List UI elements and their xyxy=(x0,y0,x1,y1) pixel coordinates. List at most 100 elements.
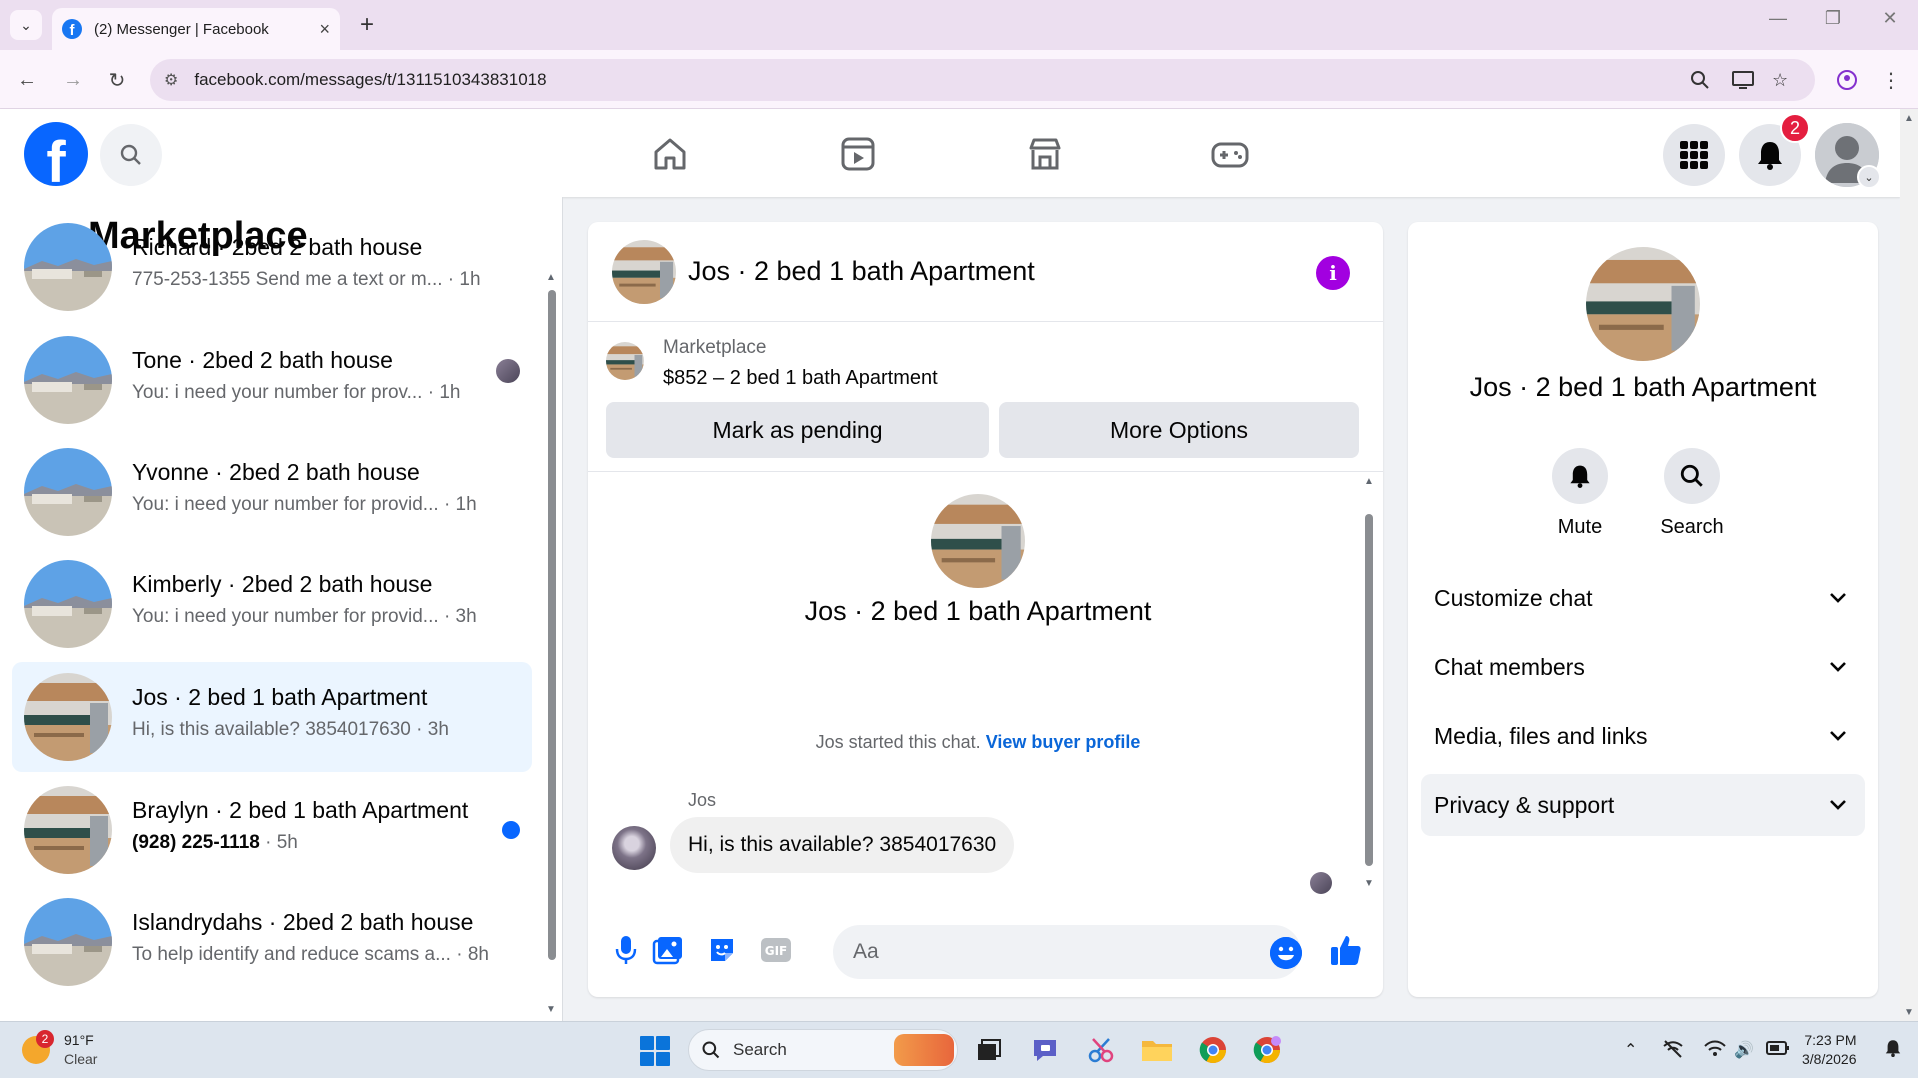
site-settings-icon[interactable]: ⚙ xyxy=(164,70,178,90)
more-options-button[interactable]: More Options xyxy=(999,402,1359,458)
mute-action[interactable]: Mute xyxy=(1530,448,1630,539)
conversation-header: Jos · 2 bed 1 bath Apartment i xyxy=(588,222,1383,322)
details-title: Jos · 2 bed 1 bath Apartment xyxy=(1469,372,1817,402)
search-action[interactable]: Search xyxy=(1642,448,1742,539)
scroll-down-icon[interactable]: ▼ xyxy=(546,1004,556,1015)
bookmark-star-icon[interactable]: ☆ xyxy=(1772,59,1788,101)
taskbar-search-box[interactable]: Search xyxy=(688,1029,958,1071)
nav-video-tab[interactable] xyxy=(833,129,883,179)
listing-price-title[interactable]: $852 – 2 bed 1 bath Apartment xyxy=(663,367,938,390)
message-bubble[interactable]: Hi, is this available? 3854017630 xyxy=(670,817,1015,873)
taskbar-clock[interactable]: 7:23 PM 3/8/2026 xyxy=(1802,1031,1857,1069)
scroll-up-icon[interactable]: ▲ xyxy=(1364,476,1374,487)
view-buyer-profile-link[interactable]: View buyer profile xyxy=(986,732,1141,752)
nav-marketplace-tab[interactable] xyxy=(1020,129,1070,179)
minimize-window-button[interactable]: — xyxy=(1758,8,1798,29)
snipping-tool-icon[interactable] xyxy=(1084,1033,1118,1067)
section-privacy-support[interactable]: Privacy & support xyxy=(1421,774,1865,836)
mute-button[interactable] xyxy=(1552,448,1608,504)
conversation-avatar xyxy=(24,336,112,424)
file-explorer-icon[interactable] xyxy=(1140,1033,1174,1067)
browser-tab-messenger[interactable]: f (2) Messenger | Facebook × xyxy=(52,8,340,50)
zoom-icon[interactable] xyxy=(1690,59,1710,101)
mark-as-pending-button[interactable]: Mark as pending xyxy=(606,402,989,458)
chevron-down-icon xyxy=(1827,656,1849,678)
chat-started-text: Jos started this chat. xyxy=(815,732,981,752)
conversation-time: · 8h xyxy=(456,944,489,965)
svg-text:GIF: GIF xyxy=(765,944,788,958)
message-composer: GIF xyxy=(588,916,1383,986)
details-avatar[interactable] xyxy=(1586,247,1700,361)
section-label: Privacy & support xyxy=(1434,791,1615,818)
conversation-item[interactable]: Braylyn · 2 bed 1 bath Apartment (928) 22… xyxy=(12,775,532,885)
conversation-info-icon[interactable]: i xyxy=(1316,256,1350,290)
snippet-text: You: i need your number for prov... xyxy=(132,382,423,403)
nav-home-tab[interactable] xyxy=(645,129,695,179)
new-tab-button[interactable]: + xyxy=(352,10,382,40)
address-bar[interactable]: ⚙ facebook.com/messages/t/13115103438310… xyxy=(150,59,1815,101)
thread-intro-avatar xyxy=(931,494,1025,588)
conversation-item[interactable]: Tone · 2bed 2 bath house You: i need your… xyxy=(12,325,532,435)
conversation-avatar[interactable] xyxy=(612,240,676,304)
conversation-list-scrollbar[interactable]: ▲ ▼ xyxy=(546,272,556,1017)
menu-button[interactable] xyxy=(1663,124,1725,186)
facebook-search-button[interactable] xyxy=(100,124,162,186)
back-icon[interactable]: ← xyxy=(12,65,42,95)
battery-icon[interactable] xyxy=(1766,1040,1790,1061)
sender-avatar[interactable] xyxy=(612,826,656,870)
chrome-menu-icon[interactable]: ⋮ xyxy=(1876,65,1906,95)
section-chat-members[interactable]: Chat members xyxy=(1421,636,1865,698)
listing-thumbnail[interactable] xyxy=(606,342,644,380)
section-media-files-links[interactable]: Media, files and links xyxy=(1421,705,1865,767)
search-in-conversation-button[interactable] xyxy=(1664,448,1720,504)
tab-search-button[interactable]: ⌄ xyxy=(10,10,42,40)
wifi-icon[interactable] xyxy=(1704,1040,1726,1063)
photo-attach-icon[interactable] xyxy=(650,932,686,968)
teams-chat-icon[interactable] xyxy=(1028,1033,1062,1067)
nav-gaming-tab[interactable] xyxy=(1205,129,1255,179)
sticker-icon[interactable] xyxy=(704,932,740,968)
snippet-text: 775-253-1355 Send me a text or m... xyxy=(132,269,443,290)
forward-icon[interactable]: → xyxy=(58,65,88,95)
conversation-item[interactable]: Richard · 2bed 2 bath house 775-253-1355 … xyxy=(12,212,532,322)
volume-icon[interactable]: 🔊 xyxy=(1734,1040,1754,1060)
restore-window-button[interactable]: ❐ xyxy=(1813,8,1853,29)
facebook-logo-icon[interactable]: f xyxy=(24,122,88,186)
reload-icon[interactable]: ↻ xyxy=(102,65,132,95)
close-tab-icon[interactable]: × xyxy=(319,19,330,40)
page-scrollbar[interactable]: ▲ ▼ xyxy=(1900,109,1918,1021)
conversation-item[interactable]: Yvonne · 2bed 2 bath house You: i need yo… xyxy=(12,437,532,547)
scrollbar-thumb[interactable] xyxy=(1365,514,1373,866)
section-customize-chat[interactable]: Customize chat xyxy=(1421,567,1865,629)
account-chevron-icon[interactable]: ⌄ xyxy=(1857,165,1881,189)
bell-icon xyxy=(1570,465,1590,488)
install-app-icon[interactable] xyxy=(1732,59,1754,101)
notification-bell-icon[interactable] xyxy=(1884,1038,1902,1063)
scroll-up-icon[interactable]: ▲ xyxy=(546,272,556,283)
windows-start-icon[interactable] xyxy=(640,1036,670,1066)
gif-icon[interactable]: GIF xyxy=(758,932,794,968)
scrollbar-thumb[interactable] xyxy=(548,290,556,960)
message-input[interactable] xyxy=(833,925,1301,979)
network-off-icon[interactable] xyxy=(1662,1040,1684,1063)
conversation-title[interactable]: Jos · 2 bed 1 bath Apartment xyxy=(688,256,1035,287)
thread-scrollbar[interactable]: ▲ ▼ xyxy=(1364,476,1374,896)
chat-started-notice: Jos started this chat. View buyer profil… xyxy=(588,732,1368,753)
scroll-down-icon[interactable]: ▼ xyxy=(1904,1007,1914,1018)
chrome-profile-icon[interactable] xyxy=(1250,1033,1284,1067)
voice-clip-icon[interactable] xyxy=(608,932,644,968)
show-hidden-icons[interactable]: ⌃ xyxy=(1624,1040,1637,1060)
conversation-snippet: 775-253-1355 Send me a text or m... · 1h xyxy=(132,269,481,291)
scroll-up-icon[interactable]: ▲ xyxy=(1904,113,1914,124)
scroll-down-icon[interactable]: ▼ xyxy=(1364,878,1374,889)
like-thumbs-up-icon[interactable] xyxy=(1328,932,1364,968)
conversation-item[interactable]: Kimberly · 2bed 2 bath house You: i need … xyxy=(12,549,532,659)
emoji-icon[interactable] xyxy=(1270,937,1302,969)
chrome-icon[interactable] xyxy=(1196,1033,1230,1067)
chrome-profile-icon[interactable] xyxy=(1832,65,1862,95)
conversation-item[interactable]: Jos · 2 bed 1 bath Apartment Hi, is this … xyxy=(12,662,532,772)
snippet-text: You: i need your number for provid... xyxy=(132,606,439,627)
conversation-item[interactable]: Islandrydahs · 2bed 2 bath house To help … xyxy=(12,887,532,997)
close-window-button[interactable]: ✕ xyxy=(1870,8,1910,29)
task-view-icon[interactable] xyxy=(972,1033,1006,1067)
